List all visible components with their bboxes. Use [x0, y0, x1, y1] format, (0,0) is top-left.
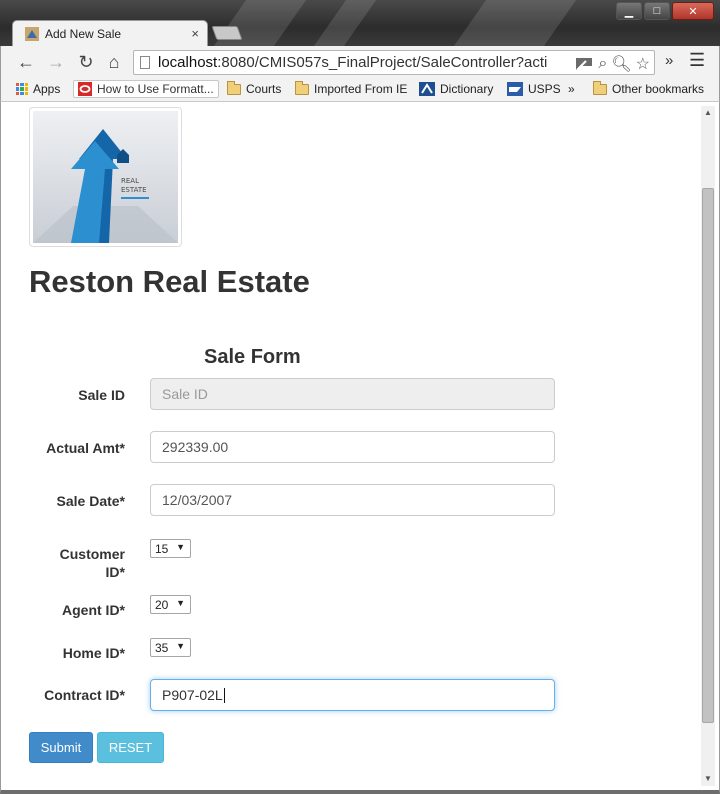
bookmark-other-bookmarks[interactable]: Other bookmarks — [593, 80, 705, 96]
customer-id-label: Customer ID* — [1, 545, 125, 581]
actual-amt-input[interactable]: 292339.00 — [150, 431, 555, 463]
bookmark-label: How to Use Formatt... — [97, 82, 214, 96]
zoom-search-icon[interactable]: ⌕ — [598, 55, 607, 73]
customer-id-label-line2: ID* — [105, 564, 125, 580]
forward-arrow-icon[interactable]: → — [45, 52, 67, 72]
home-id-selected-value: 35 — [155, 640, 169, 655]
titlebar-decoration — [453, 0, 577, 46]
menu-icon[interactable]: ☰ — [689, 50, 705, 71]
maximize-button[interactable]: □ — [644, 2, 670, 20]
bookmark-label: Imported From IE — [314, 82, 408, 96]
new-tab-button[interactable] — [211, 26, 243, 40]
bookmark-apps[interactable]: Apps — [16, 82, 60, 96]
address-bar-icons: ⌕ 🔍︎ ☆ — [574, 54, 650, 74]
browser-titlebar: Add New Sale × ▁ □ ✕ — [0, 0, 720, 46]
url-text: localhost:8080/CMIS057s_FinalProject/Sal… — [158, 54, 548, 71]
bookmarks-overflow[interactable]: » — [568, 82, 575, 96]
contract-id-input[interactable]: P907-02L — [150, 679, 555, 711]
folder-icon — [227, 80, 241, 95]
find-icon[interactable]: 🔍︎ — [611, 54, 631, 74]
actual-amt-label: Actual Amt* — [46, 440, 125, 456]
home-icon[interactable]: ⌂ — [103, 52, 125, 72]
agent-id-selected-value: 20 — [155, 597, 169, 612]
bookmark-star-icon[interactable]: ☆ — [636, 54, 650, 74]
bookmark-imported-from-ie[interactable]: Imported From IE — [295, 80, 408, 96]
dropdown-arrow-icon: ▼ — [176, 598, 185, 608]
titlebar-decoration — [313, 0, 377, 46]
tab-close-icon[interactable]: × — [191, 26, 199, 41]
bookmark-label: » — [568, 82, 575, 96]
reload-icon[interactable]: ↻ — [75, 52, 97, 72]
agent-id-select[interactable]: 20 ▼ — [150, 595, 191, 614]
scroll-up-arrow-icon[interactable]: ▲ — [701, 106, 715, 120]
customer-id-select[interactable]: 15 ▼ — [150, 539, 191, 558]
apps-grid-icon — [16, 83, 28, 95]
sale-id-label: Sale ID — [78, 387, 125, 403]
dictionary-icon — [419, 82, 435, 96]
bookmark-label: Dictionary — [440, 82, 494, 96]
real-estate-logo-image: REAL ESTATE — [33, 111, 178, 243]
extensions-overflow-icon[interactable]: » — [665, 52, 673, 69]
contract-id-label: Contract ID* — [44, 687, 125, 703]
contract-id-value: P907-02L — [162, 687, 223, 703]
text-cursor — [223, 687, 225, 703]
page-viewport: REAL ESTATE Reston Real Estate Sale Form… — [0, 102, 720, 794]
oracle-icon — [78, 82, 92, 96]
vertical-scrollbar[interactable]: ▲ ▼ — [701, 106, 715, 786]
scroll-down-arrow-icon[interactable]: ▼ — [701, 772, 715, 786]
form-title: Sale Form — [204, 346, 301, 368]
bookmark-usps[interactable]: USPS — [507, 82, 561, 96]
tab-title: Add New Sale — [45, 26, 122, 41]
bookmark-dictionary[interactable]: Dictionary — [419, 82, 493, 96]
bookmark-label: Other bookmarks — [612, 82, 705, 96]
bookmarks-bar: Apps How to Use Formatt... Courts Import… — [0, 78, 720, 102]
browser-toolbar: ← → ↻ ⌂ localhost:8080/CMIS057s_FinalPro… — [0, 46, 720, 78]
sale-date-input[interactable]: 12/03/2007 — [150, 484, 555, 516]
address-bar[interactable]: localhost:8080/CMIS057s_FinalProject/Sal… — [133, 50, 655, 75]
bookmark-label: Courts — [246, 82, 282, 96]
reset-button[interactable]: RESET — [97, 732, 164, 763]
window-controls: ▁ □ ✕ — [616, 2, 714, 20]
sale-id-placeholder: Sale ID — [162, 386, 208, 402]
logo-text-real: REAL — [121, 177, 139, 185]
customer-id-selected-value: 15 — [155, 541, 169, 556]
back-arrow-icon[interactable]: ← — [15, 52, 37, 72]
bookmark-label: USPS — [528, 82, 561, 96]
site-title: Reston Real Estate — [29, 264, 310, 299]
actual-amt-value: 292339.00 — [162, 439, 229, 455]
customer-id-label-line1: Customer — [59, 546, 125, 562]
translate-flag-icon[interactable] — [574, 56, 594, 72]
dropdown-arrow-icon: ▼ — [176, 641, 185, 651]
company-logo: REAL ESTATE — [29, 107, 182, 247]
folder-icon — [593, 80, 607, 95]
bookmark-courts[interactable]: Courts — [227, 80, 282, 96]
page-icon — [140, 56, 150, 69]
bookmark-how-to-use[interactable]: How to Use Formatt... — [73, 80, 219, 98]
logo-text-estate: ESTATE — [121, 186, 147, 194]
close-window-button[interactable]: ✕ — [672, 2, 714, 20]
sale-id-input[interactable]: Sale ID — [150, 378, 555, 410]
agent-id-label: Agent ID* — [62, 602, 125, 618]
sale-date-value: 12/03/2007 — [162, 492, 233, 508]
page-favicon-icon — [25, 26, 39, 41]
dropdown-arrow-icon: ▼ — [176, 542, 185, 552]
minimize-button[interactable]: ▁ — [616, 2, 642, 20]
scrollbar-thumb[interactable] — [702, 188, 714, 723]
browser-tab-active[interactable]: Add New Sale × — [12, 20, 208, 46]
home-id-label: Home ID* — [62, 645, 125, 661]
home-id-select[interactable]: 35 ▼ — [150, 638, 191, 657]
folder-icon — [295, 80, 309, 95]
bookmark-label: Apps — [33, 82, 61, 96]
submit-button[interactable]: Submit — [29, 732, 93, 763]
sale-date-label: Sale Date* — [56, 493, 125, 509]
usps-icon — [507, 82, 523, 96]
